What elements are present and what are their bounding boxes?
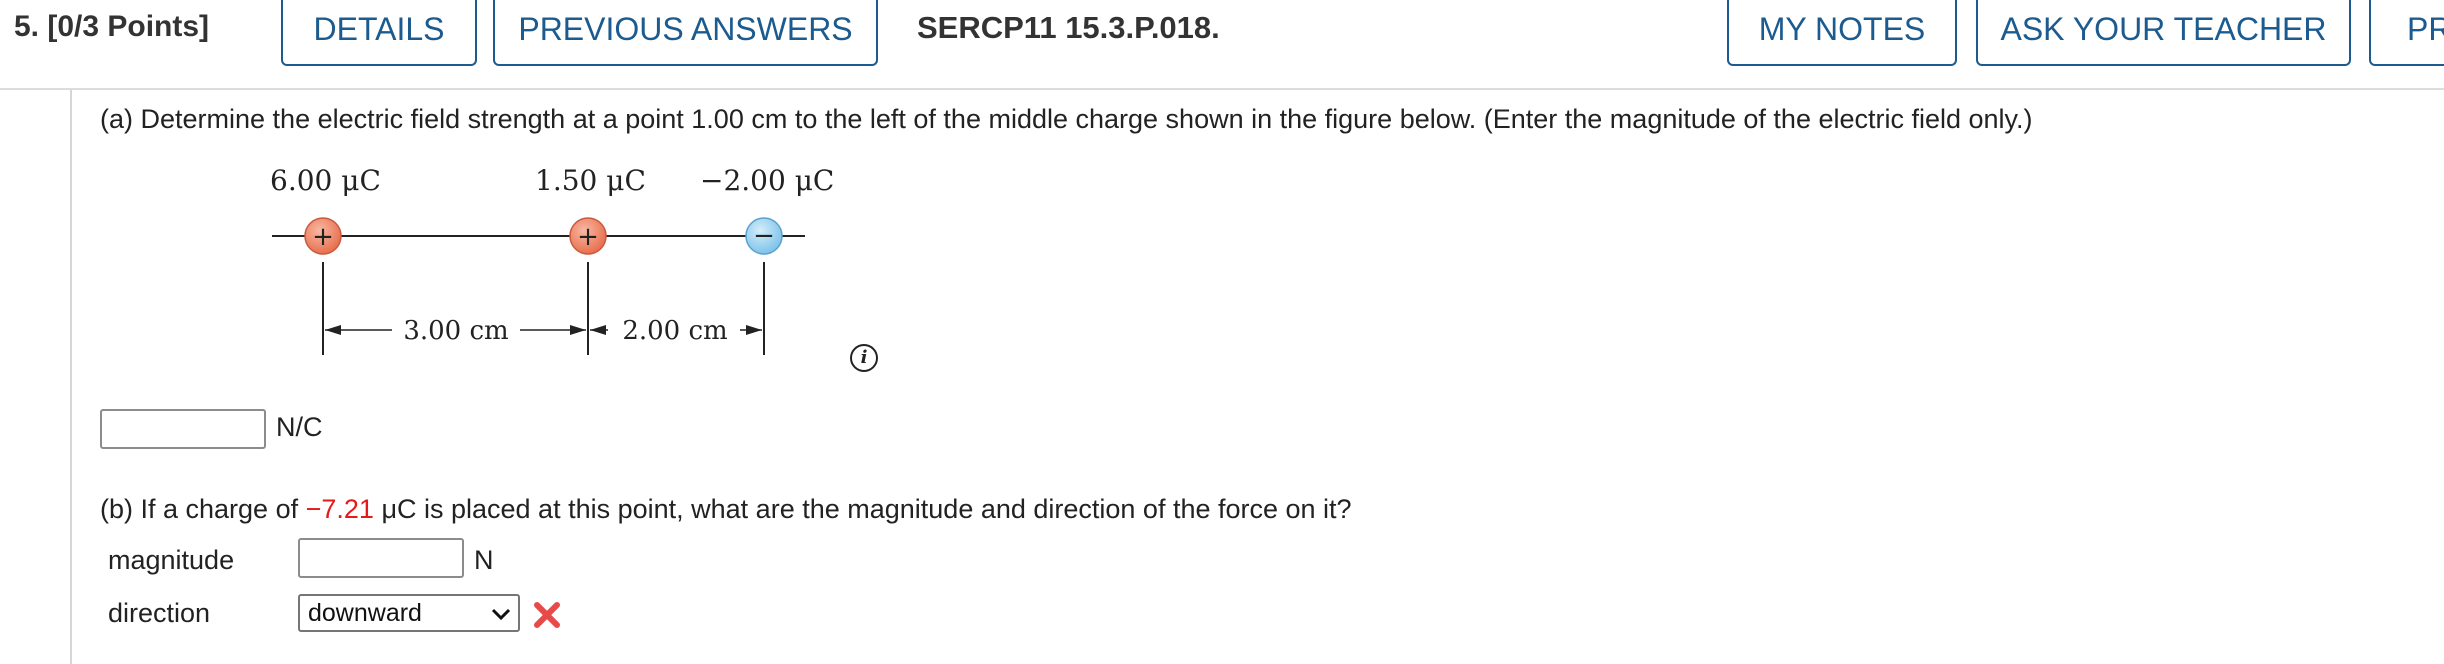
plus-sign-icon: + [312,222,334,252]
charge-3-label: −2.00 μC [700,164,834,197]
charge-2-label: 1.50 μC [535,164,646,197]
magnitude-unit: N [474,545,494,575]
direction-selected-value: downward [308,599,422,627]
incorrect-x-icon [534,602,560,628]
magnitude-input[interactable] [298,538,464,578]
distance-1-label: 3.00 cm [403,316,508,346]
charge-3: − [745,217,783,255]
distance-2-label: 2.00 cm [622,316,727,346]
dimension-2cm: 2.00 cm [590,316,762,346]
magnitude-label: magnitude [108,545,235,575]
minus-sign-icon: − [753,221,775,251]
dimension-3cm: 3.00 cm [325,316,586,346]
my-notes-button[interactable]: MY NOTES [1727,0,1957,66]
content-left-border [70,90,72,664]
part-a-prompt: (a) Determine the electric field strengt… [100,104,2033,134]
info-icon[interactable]: i [850,344,878,372]
field-strength-unit: N/C [276,412,323,442]
direction-select[interactable]: downward [298,594,520,632]
part-b-prompt-suffix: μC is placed at this point, what are the… [373,494,1352,524]
question-page: 5. [0/3 Points] DETAILS PREVIOUS ANSWERS… [0,0,2444,664]
charges-figure: 6.00 μC 1.50 μC −2.00 μC + + − 3.00 cm 2… [270,164,834,355]
details-button[interactable]: DETAILS [281,0,477,66]
part-b-prompt-prefix: (b) If a charge of [100,494,306,524]
charge-1-label: 6.00 μC [270,164,381,197]
previous-answers-button[interactable]: PREVIOUS ANSWERS [493,0,878,66]
ask-your-teacher-button[interactable]: ASK YOUR TEACHER [1976,0,2351,66]
part-b-prompt: (b) If a charge of −7.21 μC is placed at… [100,494,1352,525]
problem-id: SERCP11 15.3.P.018. [917,10,1220,45]
charge-1: + [304,217,342,255]
question-header: 5. [0/3 Points] DETAILS PREVIOUS ANSWERS… [0,0,2444,90]
charge-2: + [569,217,607,255]
part-b-charge-value: −7.21 [305,494,374,524]
field-strength-input[interactable] [100,409,266,449]
direction-label: direction [108,598,211,628]
chevron-down-icon [491,608,511,621]
question-number-points: 5. [0/3 Points] [14,10,210,43]
practice-another-button[interactable]: PR [2369,0,2444,66]
plus-sign-icon: + [577,222,599,252]
